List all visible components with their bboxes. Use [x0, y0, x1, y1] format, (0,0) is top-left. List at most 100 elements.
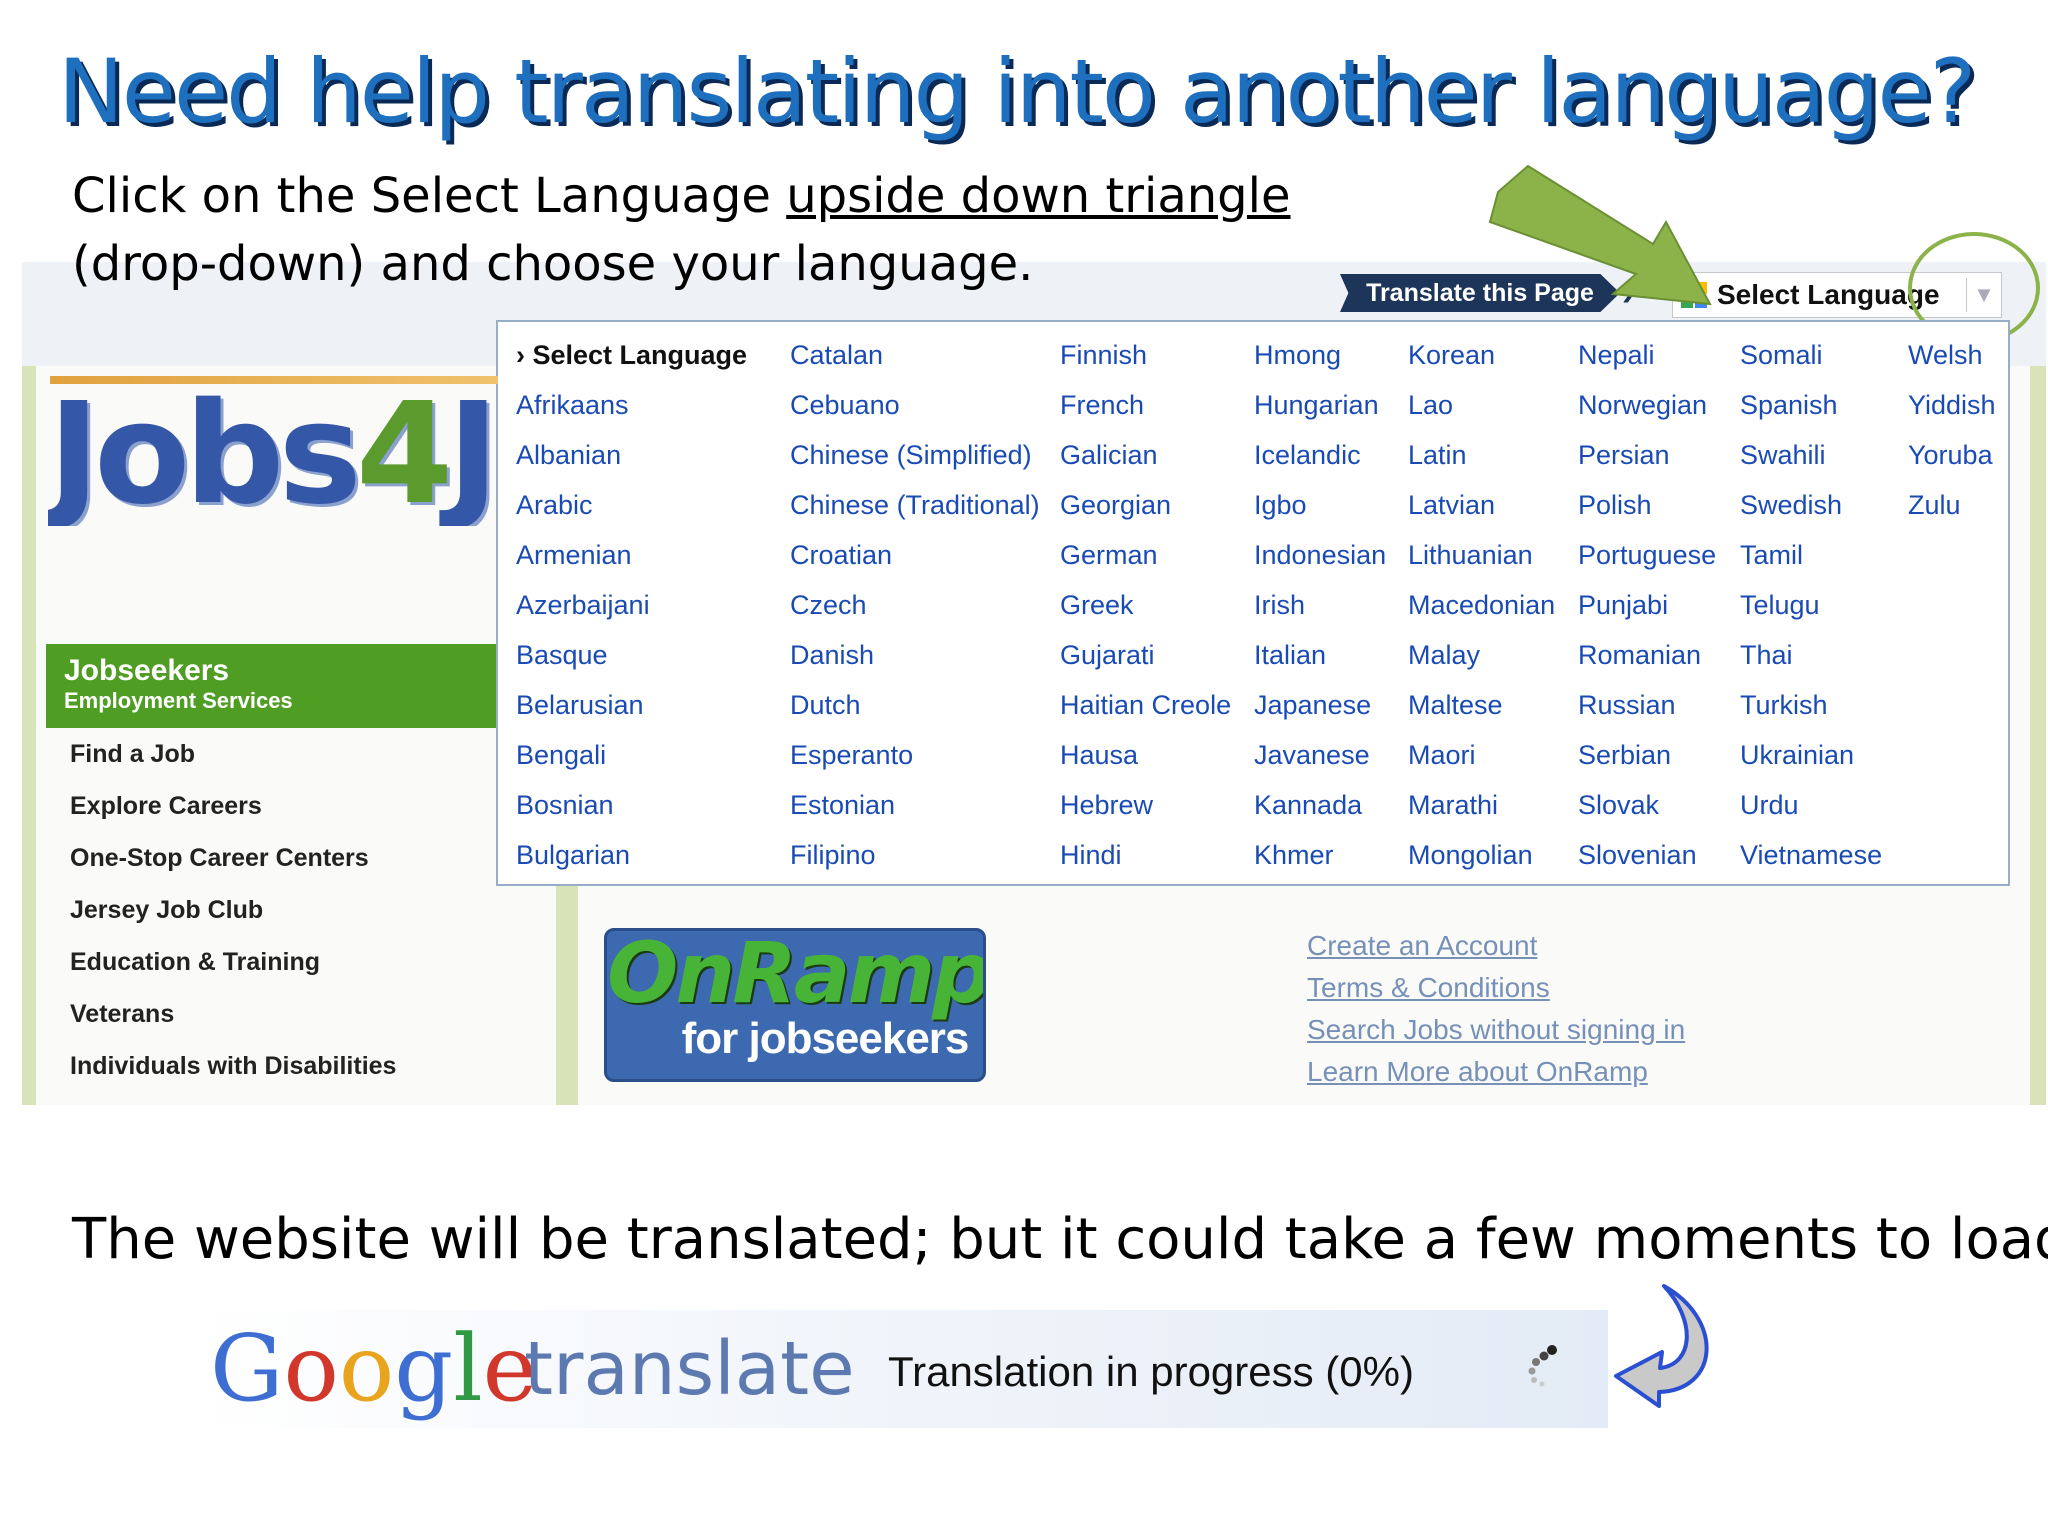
language-option[interactable]: Javanese	[1254, 740, 1370, 771]
language-option[interactable]: Persian	[1578, 440, 1670, 471]
learn-more-onramp-link[interactable]: Learn More about OnRamp	[1307, 1056, 1648, 1088]
language-option[interactable]: Korean	[1408, 340, 1495, 371]
language-option[interactable]: Bosnian	[516, 790, 614, 821]
language-option[interactable]: Danish	[790, 640, 874, 671]
language-option[interactable]: Gujarati	[1060, 640, 1155, 671]
language-option[interactable]: Maltese	[1408, 690, 1503, 721]
language-option[interactable]: Filipino	[790, 840, 876, 871]
language-option-selected[interactable]: › Select Language	[516, 340, 747, 371]
language-option[interactable]: Yoruba	[1908, 440, 1993, 471]
language-option[interactable]: Estonian	[790, 790, 895, 821]
language-option[interactable]: Haitian Creole	[1060, 690, 1231, 721]
language-option[interactable]: Armenian	[516, 540, 632, 571]
language-option[interactable]: Esperanto	[790, 740, 913, 771]
language-option[interactable]: Japanese	[1254, 690, 1371, 721]
language-option[interactable]: Romanian	[1578, 640, 1701, 671]
language-option[interactable]: Belarusian	[516, 690, 644, 721]
search-jobs-link[interactable]: Search Jobs without signing in	[1307, 1014, 1685, 1046]
language-option[interactable]: Portuguese	[1578, 540, 1716, 571]
language-option[interactable]: Mongolian	[1408, 840, 1533, 871]
nav-item-find-a-job[interactable]: Find a Job	[70, 740, 195, 769]
language-option[interactable]: German	[1060, 540, 1158, 571]
language-option[interactable]: Catalan	[790, 340, 883, 371]
language-option[interactable]: Punjabi	[1578, 590, 1668, 621]
language-option[interactable]: Chinese (Simplified)	[790, 440, 1032, 471]
language-option[interactable]: Somali	[1740, 340, 1823, 371]
language-option[interactable]: Indonesian	[1254, 540, 1386, 571]
language-option[interactable]: Kannada	[1254, 790, 1362, 821]
nav-header-title: Jobseekers	[64, 654, 230, 687]
instruction-underlined: upside down triangle	[786, 168, 1291, 224]
language-option[interactable]: Finnish	[1060, 340, 1147, 371]
nav-item-veterans[interactable]: Veterans	[70, 1000, 174, 1029]
language-option[interactable]: Dutch	[790, 690, 861, 721]
language-option[interactable]: Telugu	[1740, 590, 1820, 621]
language-option[interactable]: Nepali	[1578, 340, 1655, 371]
language-option[interactable]: Marathi	[1408, 790, 1498, 821]
language-option[interactable]: Ukrainian	[1740, 740, 1854, 771]
language-option[interactable]: Hungarian	[1254, 390, 1379, 421]
language-option[interactable]: Tamil	[1740, 540, 1803, 571]
create-account-link[interactable]: Create an Account	[1307, 930, 1537, 962]
language-option[interactable]: Albanian	[516, 440, 621, 471]
language-option[interactable]: Lithuanian	[1408, 540, 1533, 571]
language-option[interactable]: Urdu	[1740, 790, 1799, 821]
instruction-line-1: Click on the Select Language upside down…	[72, 168, 1291, 224]
language-option[interactable]: Polish	[1578, 490, 1652, 521]
language-option[interactable]: Serbian	[1578, 740, 1671, 771]
language-option[interactable]: Macedonian	[1408, 590, 1555, 621]
language-option[interactable]: Croatian	[790, 540, 892, 571]
language-option[interactable]: Icelandic	[1254, 440, 1361, 471]
language-option[interactable]: Swedish	[1740, 490, 1842, 521]
language-option[interactable]: Russian	[1578, 690, 1676, 721]
language-option[interactable]: Chinese (Traditional)	[790, 490, 1040, 521]
language-option[interactable]: Latvian	[1408, 490, 1495, 521]
language-option[interactable]: Turkish	[1740, 690, 1828, 721]
language-option[interactable]: Norwegian	[1578, 390, 1707, 421]
nav-item-one-stop-career-centers[interactable]: One-Stop Career Centers	[70, 844, 369, 873]
language-option[interactable]: Thai	[1740, 640, 1793, 671]
language-option[interactable]: Welsh	[1908, 340, 1983, 371]
language-option[interactable]: Italian	[1254, 640, 1326, 671]
language-option[interactable]: Bengali	[516, 740, 606, 771]
language-option[interactable]: Vietnamese	[1740, 840, 1882, 871]
language-option[interactable]: Slovak	[1578, 790, 1659, 821]
language-option[interactable]: Swahili	[1740, 440, 1826, 471]
jobs4jersey-logo[interactable]: Jobs4Jersey	[48, 384, 496, 526]
language-option[interactable]: Malay	[1408, 640, 1480, 671]
middle-border	[556, 880, 578, 1105]
language-option[interactable]: Hmong	[1254, 340, 1341, 371]
language-option[interactable]: Hausa	[1060, 740, 1138, 771]
language-option[interactable]: Basque	[516, 640, 608, 671]
language-option[interactable]: Georgian	[1060, 490, 1171, 521]
language-option[interactable]: Zulu	[1908, 490, 1961, 521]
language-option[interactable]: Galician	[1060, 440, 1158, 471]
language-option[interactable]: Slovenian	[1578, 840, 1697, 871]
language-option[interactable]: Latin	[1408, 440, 1467, 471]
language-option[interactable]: Hebrew	[1060, 790, 1153, 821]
language-option[interactable]: Lao	[1408, 390, 1453, 421]
language-option[interactable]: Arabic	[516, 490, 593, 521]
nav-header-jobseekers[interactable]: Jobseekers Employment Services	[46, 644, 496, 728]
language-option[interactable]: Khmer	[1254, 840, 1334, 871]
nav-item-education-training[interactable]: Education & Training	[70, 948, 320, 977]
language-option[interactable]: Spanish	[1740, 390, 1838, 421]
language-option[interactable]: French	[1060, 390, 1144, 421]
nav-header-subtitle: Employment Services	[64, 688, 293, 713]
onramp-logo[interactable]: OnRamp for jobseekers	[604, 928, 986, 1082]
nav-item-jersey-job-club[interactable]: Jersey Job Club	[70, 896, 263, 925]
language-option[interactable]: Afrikaans	[516, 390, 629, 421]
language-option[interactable]: Yiddish	[1908, 390, 1996, 421]
nav-item-individuals-with-disabilities[interactable]: Individuals with Disabilities	[70, 1052, 396, 1081]
language-option[interactable]: Hindi	[1060, 840, 1122, 871]
language-option[interactable]: Maori	[1408, 740, 1476, 771]
language-option[interactable]: Greek	[1060, 590, 1134, 621]
language-option[interactable]: Bulgarian	[516, 840, 630, 871]
language-option[interactable]: Cebuano	[790, 390, 900, 421]
terms-conditions-link[interactable]: Terms & Conditions	[1307, 972, 1550, 1004]
language-option[interactable]: Azerbaijani	[516, 590, 650, 621]
nav-item-explore-careers[interactable]: Explore Careers	[70, 792, 262, 821]
language-option[interactable]: Igbo	[1254, 490, 1307, 521]
language-option[interactable]: Czech	[790, 590, 867, 621]
language-option[interactable]: Irish	[1254, 590, 1305, 621]
